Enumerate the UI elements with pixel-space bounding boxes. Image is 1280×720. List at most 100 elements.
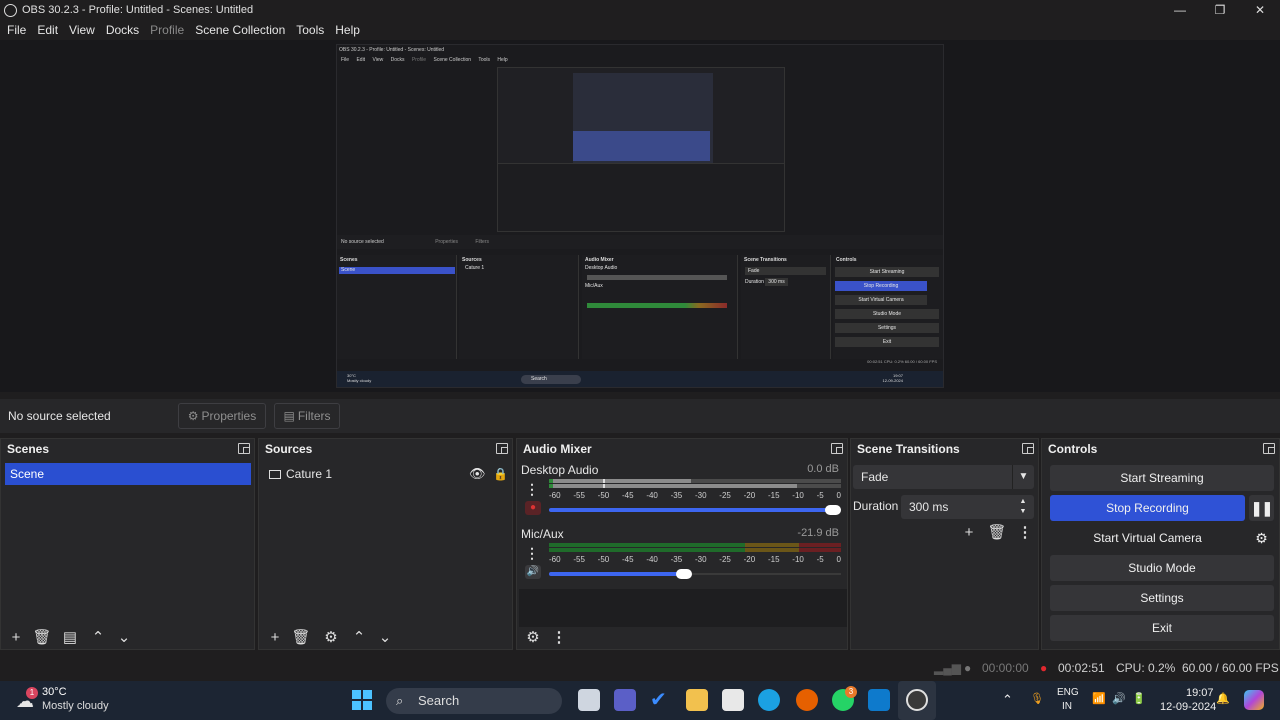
pause-recording-button[interactable]: ❚❚ xyxy=(1249,495,1274,521)
task-view-icon[interactable] xyxy=(578,689,600,711)
vscode-icon[interactable] xyxy=(868,689,890,711)
scene-transitions-title: Scene Transitions xyxy=(857,442,960,456)
cpu-usage: CPU: 0.2% xyxy=(1116,661,1176,675)
desktop-audio-meter xyxy=(549,479,841,490)
todo-icon[interactable]: ✔ xyxy=(650,689,672,711)
nested-panels xyxy=(498,163,784,231)
start-streaming-button[interactable]: Start Streaming xyxy=(1050,465,1274,491)
slider-fill xyxy=(549,572,684,576)
meter-bar xyxy=(549,479,841,483)
slider-knob[interactable] xyxy=(676,569,692,579)
nested-core xyxy=(573,73,713,163)
desktop-audio-volume-slider[interactable] xyxy=(549,505,841,515)
spin-arrows-icon[interactable]: ▲ ▼ xyxy=(1012,495,1034,519)
add-icon[interactable]: + xyxy=(957,521,981,543)
source-item[interactable]: Cature 1 👁 🔒 xyxy=(265,463,509,485)
menu-edit[interactable]: Edit xyxy=(32,23,63,37)
menu-tools[interactable]: Tools xyxy=(291,23,329,37)
clock-time[interactable]: 19:07 xyxy=(1186,687,1214,699)
windows-start-icon[interactable] xyxy=(352,690,372,710)
nested-controls-dock: Controls Start Streaming Stop Recording … xyxy=(833,255,943,359)
nested-menu-item: File xyxy=(341,57,350,63)
studio-mode-button[interactable]: Studio Mode xyxy=(1050,555,1274,581)
notification-bell-icon[interactable]: 🔔 xyxy=(1216,692,1230,705)
transition-menu-icon[interactable]: ⋮ xyxy=(1013,521,1037,543)
mic-aux-volume-slider[interactable] xyxy=(549,569,841,579)
lock-icon[interactable]: 🔒 xyxy=(493,467,508,481)
chevron-up-icon[interactable]: ⌃ xyxy=(1002,692,1013,708)
battery-icon[interactable]: 🔋 xyxy=(1132,692,1146,705)
slider-knob[interactable] xyxy=(825,505,841,515)
minimize-button[interactable]: — xyxy=(1160,0,1200,20)
edge-icon[interactable] xyxy=(758,689,780,711)
copilot-icon[interactable] xyxy=(1244,690,1264,710)
mixer-menu-icon[interactable]: ⋮ xyxy=(547,626,571,648)
undock-icon[interactable] xyxy=(496,443,508,454)
transition-select[interactable]: Fade ▼ xyxy=(853,465,1034,489)
exit-button[interactable]: Exit xyxy=(1050,615,1274,641)
arrow-up-icon[interactable]: ⌃ xyxy=(347,626,371,648)
meter-tick-label: -50 xyxy=(597,555,610,564)
speaker-icon[interactable]: 🔊 xyxy=(525,565,541,579)
source-name: Cature 1 xyxy=(286,467,333,481)
close-button[interactable]: ✕ xyxy=(1240,0,1280,20)
advanced-audio-gear-icon[interactable]: ⚙ xyxy=(521,626,545,648)
arrow-down-icon[interactable]: ⌄ xyxy=(373,626,397,648)
nested-menu-item: Edit xyxy=(356,57,366,63)
menu-profile[interactable]: Profile xyxy=(145,23,189,37)
virtual-camera-settings-button[interactable]: ⚙ xyxy=(1249,525,1274,551)
teams-icon[interactable] xyxy=(614,689,636,711)
slider-fill xyxy=(549,508,833,512)
menu-docks[interactable]: Docks xyxy=(101,23,144,37)
mic-aux-menu-icon[interactable]: ⋮ xyxy=(525,545,539,561)
undock-icon[interactable] xyxy=(831,443,843,454)
filter-icon[interactable]: ▤ xyxy=(58,626,82,648)
trash-icon[interactable]: 🗑 xyxy=(289,626,313,648)
taskbar-search[interactable]: ⌕ Search xyxy=(386,688,562,714)
trash-icon[interactable]: 🗑 xyxy=(30,626,54,648)
filters-label: Filters xyxy=(297,409,331,423)
add-icon[interactable]: + xyxy=(4,626,28,648)
arrow-down-icon[interactable]: ⌄ xyxy=(112,626,136,648)
start-virtual-camera-button[interactable]: Start Virtual Camera xyxy=(1050,525,1245,551)
arrow-up-icon[interactable]: ⌃ xyxy=(86,626,110,648)
clock-date[interactable]: 12-09-2024 xyxy=(1160,701,1216,713)
settings-button[interactable]: Settings xyxy=(1050,585,1274,611)
undock-icon[interactable] xyxy=(238,443,250,454)
undock-icon[interactable] xyxy=(1263,443,1275,454)
trash-icon[interactable]: 🗑 xyxy=(985,521,1009,543)
duration-spinbox[interactable]: 300 ms ▲ ▼ xyxy=(901,495,1034,519)
stop-recording-button[interactable]: Stop Recording xyxy=(1050,495,1245,521)
menu-file[interactable]: File xyxy=(2,23,31,37)
nested-source-bar: No source selected Properties Filters xyxy=(337,235,943,249)
meter-tick-label: -50 xyxy=(597,491,610,500)
undock-icon[interactable] xyxy=(1022,443,1034,454)
desktop-audio-menu-icon[interactable]: ⋮ xyxy=(525,481,539,497)
mic-aux-db: -21.9 dB xyxy=(797,527,839,539)
meter-tick-label: 0 xyxy=(836,491,841,500)
meter-tick-label: -40 xyxy=(646,491,658,500)
lang-2[interactable]: IN xyxy=(1062,701,1072,712)
wifi-icon[interactable]: 📶 xyxy=(1092,692,1106,705)
firefox-icon[interactable] xyxy=(796,689,818,711)
menu-scene-collection[interactable]: Scene Collection xyxy=(190,23,290,37)
maximize-button[interactable]: ❐ xyxy=(1200,0,1240,20)
gear-icon[interactable]: ⚙ xyxy=(319,626,343,648)
microphone-icon[interactable]: 🎙 xyxy=(1030,692,1044,705)
mute-icon[interactable]: ● xyxy=(525,501,541,515)
preview-area[interactable]: OBS 30.2.3 - Profile: Untitled - Scenes:… xyxy=(0,40,1280,392)
transition-value: Fade xyxy=(861,470,889,484)
scene-item[interactable]: Scene xyxy=(5,463,251,485)
chevron-down-icon: ▼ xyxy=(1012,465,1034,489)
duration-value: 300 ms xyxy=(909,500,949,514)
lang-1[interactable]: ENG xyxy=(1057,687,1079,698)
eye-icon[interactable]: 👁 xyxy=(469,466,486,482)
properties-button[interactable]: ⚙ Properties xyxy=(178,403,266,429)
add-icon[interactable]: + xyxy=(263,626,287,648)
menu-help[interactable]: Help xyxy=(330,23,365,37)
file-explorer-icon[interactable] xyxy=(686,689,708,711)
menu-view[interactable]: View xyxy=(64,23,100,37)
volume-icon[interactable]: 🔊 xyxy=(1112,692,1126,705)
store-icon[interactable] xyxy=(722,689,744,711)
filters-button[interactable]: ▤ Filters xyxy=(274,403,340,429)
